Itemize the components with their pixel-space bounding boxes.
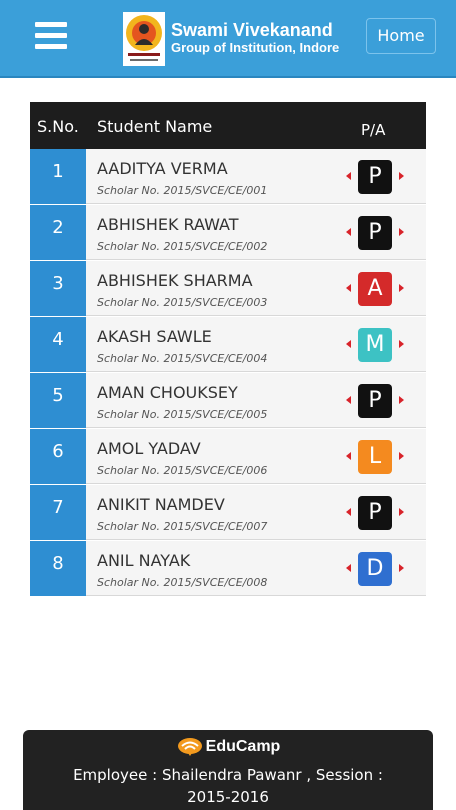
table-header: S.No. Student Name P/A: [30, 102, 426, 149]
row-sno: 3: [30, 261, 86, 316]
attendance-status-badge[interactable]: A: [358, 272, 392, 306]
home-button[interactable]: Home: [366, 18, 436, 54]
brand-title: Swami Vivekanand Group of Institution, I…: [171, 20, 339, 56]
app-header: Swami Vivekanand Group of Institution, I…: [0, 0, 456, 78]
student-name: Aman Chouksey: [97, 383, 238, 402]
status-next-arrow-icon[interactable]: [399, 340, 404, 348]
footer-brand: EduCamp: [23, 736, 433, 758]
attendance-status-badge[interactable]: M: [358, 328, 392, 362]
table-row: 6 Amol Yadav Scholar No. 2015/SVCE/CE/006 L: [30, 429, 426, 485]
footer-brand-name: EduCamp: [205, 738, 281, 755]
table-row: 5 Aman Chouksey Scholar No. 2015/SVCE/CE/0…: [30, 373, 426, 429]
status-next-arrow-icon[interactable]: [399, 172, 404, 180]
student-name: Anikit Namdev: [97, 495, 225, 514]
student-name: Amol Yadav: [97, 439, 201, 458]
student-name: Aaditya Verma: [97, 159, 228, 178]
institution-logo: [123, 12, 165, 66]
header-student-name: Student Name: [97, 117, 213, 136]
status-prev-arrow-icon[interactable]: [346, 564, 351, 572]
status-prev-arrow-icon[interactable]: [346, 508, 351, 516]
brand-line-1: Swami Vivekanand: [171, 20, 333, 40]
student-name: Abhishek Sharma: [97, 271, 253, 290]
status-next-arrow-icon[interactable]: [399, 452, 404, 460]
row-divider: [30, 596, 86, 597]
attendance-status-badge[interactable]: P: [358, 160, 392, 194]
status-next-arrow-icon[interactable]: [399, 508, 404, 516]
footer-session-info: Employee : Shailendra Pawanr , Session :…: [73, 766, 383, 806]
table-row: 8 Anil Nayak Scholar No. 2015/SVCE/CE/008 D: [30, 541, 426, 597]
scholar-number: Scholar No. 2015/SVCE/CE/005: [97, 408, 268, 421]
educamp-logo-icon: [177, 738, 202, 756]
table-row: 4 Akash Sawle Scholar No. 2015/SVCE/CE/004…: [30, 317, 426, 373]
attendance-status-badge[interactable]: P: [358, 384, 392, 418]
student-name: Anil Nayak: [97, 551, 191, 570]
status-next-arrow-icon[interactable]: [399, 396, 404, 404]
row-sno: 8: [30, 541, 86, 596]
table-body: 1 Aaditya Verma Scholar No. 2015/SVCE/CE/0…: [30, 149, 426, 597]
scholar-number: Scholar No. 2015/SVCE/CE/001: [97, 184, 268, 197]
header-sno: S.No.: [37, 117, 79, 136]
header-pa: P/A: [361, 121, 386, 139]
scholar-number: Scholar No. 2015/SVCE/CE/007: [97, 520, 268, 533]
row-sno: 2: [30, 205, 86, 260]
row-sno: 1: [30, 149, 86, 204]
row-content: Aaditya Verma Scholar No. 2015/SVCE/CE/00…: [86, 149, 426, 204]
scholar-number: Scholar No. 2015/SVCE/CE/008: [97, 576, 268, 589]
status-prev-arrow-icon[interactable]: [346, 340, 351, 348]
attendance-status-badge[interactable]: P: [358, 216, 392, 250]
attendance-status-badge[interactable]: D: [358, 552, 392, 586]
scholar-number: Scholar No. 2015/SVCE/CE/003: [97, 296, 268, 309]
table-row: 3 Abhishek Sharma Scholar No. 2015/SVCE/CE…: [30, 261, 426, 317]
status-prev-arrow-icon[interactable]: [346, 452, 351, 460]
row-content: Anil Nayak Scholar No. 2015/SVCE/CE/008 D: [86, 541, 426, 596]
row-content: Akash Sawle Scholar No. 2015/SVCE/CE/004 M: [86, 317, 426, 372]
hamburger-menu-icon[interactable]: [35, 22, 67, 50]
status-prev-arrow-icon[interactable]: [346, 228, 351, 236]
row-content: Aman Chouksey Scholar No. 2015/SVCE/CE/00…: [86, 373, 426, 428]
scholar-number: Scholar No. 2015/SVCE/CE/006: [97, 464, 268, 477]
student-name: Abhishek Rawat: [97, 215, 239, 234]
table-row: 7 Anikit Namdev Scholar No. 2015/SVCE/CE/0…: [30, 485, 426, 541]
row-content: Abhishek Sharma Scholar No. 2015/SVCE/CE/…: [86, 261, 426, 316]
row-sno: 5: [30, 373, 86, 428]
status-next-arrow-icon[interactable]: [399, 284, 404, 292]
row-sno: 4: [30, 317, 86, 372]
row-content: Amol Yadav Scholar No. 2015/SVCE/CE/006 L: [86, 429, 426, 484]
status-prev-arrow-icon[interactable]: [346, 172, 351, 180]
attendance-status-badge[interactable]: L: [358, 440, 392, 474]
scholar-number: Scholar No. 2015/SVCE/CE/002: [97, 240, 268, 253]
row-content: Abhishek Rawat Scholar No. 2015/SVCE/CE/0…: [86, 205, 426, 260]
table-row: 2 Abhishek Rawat Scholar No. 2015/SVCE/CE/…: [30, 205, 426, 261]
row-content: Anikit Namdev Scholar No. 2015/SVCE/CE/00…: [86, 485, 426, 540]
scholar-number: Scholar No. 2015/SVCE/CE/004: [97, 352, 268, 365]
row-sno: 6: [30, 429, 86, 484]
brand-line-2: Group of Institution, Indore: [171, 40, 340, 55]
student-name: Akash Sawle: [97, 327, 212, 346]
status-prev-arrow-icon[interactable]: [346, 396, 351, 404]
status-prev-arrow-icon[interactable]: [346, 284, 351, 292]
attendance-table: S.No. Student Name P/A 1 Aaditya Verma Sch…: [30, 102, 426, 597]
app-footer: EduCamp Employee : Shailendra Pawanr , S…: [23, 730, 433, 810]
status-next-arrow-icon[interactable]: [399, 228, 404, 236]
row-sno: 7: [30, 485, 86, 540]
attendance-status-badge[interactable]: P: [358, 496, 392, 530]
table-row: 1 Aaditya Verma Scholar No. 2015/SVCE/CE/0…: [30, 149, 426, 205]
status-next-arrow-icon[interactable]: [399, 564, 404, 572]
